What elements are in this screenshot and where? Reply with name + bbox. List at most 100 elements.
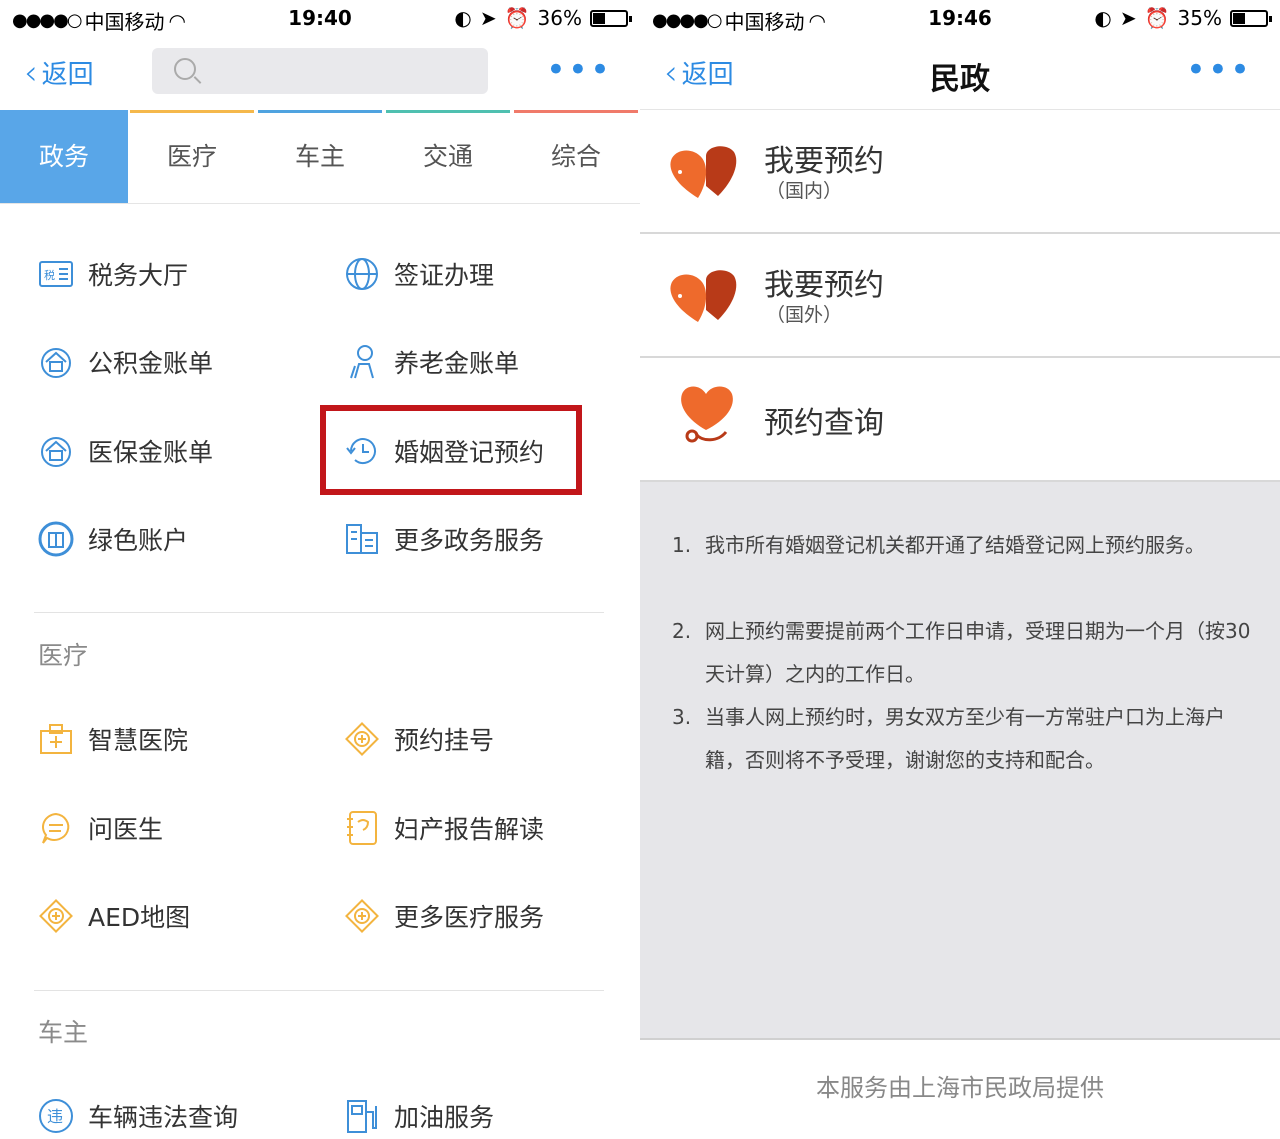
- divider: [34, 990, 604, 991]
- smart-hospital-item[interactable]: 智慧医院: [38, 721, 188, 757]
- notice-item: 2. 网上预约需要提前两个工作日申请，受理日期为一个月（按30天计算）之内的工作日…: [672, 610, 1252, 696]
- aed-map-item[interactable]: AED地图: [38, 898, 190, 934]
- more-medical-item[interactable]: 更多医疗服务: [344, 898, 544, 934]
- item-label: 预约挂号: [394, 726, 495, 755]
- back-button[interactable]: ‹ 返回: [24, 54, 94, 91]
- housing-fund-item[interactable]: 公积金账单: [38, 344, 213, 380]
- notice-item: 3. 当事人网上预约时，男女双方至少有一方常驻户口为上海户籍，否则将不予受理，谢谢…: [672, 696, 1252, 782]
- medical-cross-icon: [344, 898, 380, 934]
- right-screen: ●●●●○ 中国移动 ◠ 19:46 ◐ ➤ ⏰ 35% ‹ 返回 民政 ••• 我要…: [640, 0, 1280, 1139]
- notice-panel: 1. 我市所有婚姻登记机关都开通了结婚登记网上预约服务。 2. 网上预约需要提前两个…: [640, 482, 1280, 1040]
- globe-icon: [344, 256, 380, 292]
- tab-general[interactable]: 综合: [512, 110, 640, 203]
- category-tabs: 政务 医疗 车主 交通 综合: [0, 110, 640, 204]
- status-right: ◐ ➤ ⏰ 36%: [454, 6, 632, 30]
- divider: [34, 612, 604, 613]
- row-subtitle: （国外）: [766, 304, 843, 326]
- nav-bar: ‹ 返回 民政 •••: [640, 36, 1280, 110]
- ask-doctor-item[interactable]: 问医生: [38, 810, 163, 846]
- visa-item[interactable]: 签证办理: [344, 256, 494, 292]
- book-domestic-row[interactable]: 我要预约 （国内）: [640, 110, 1280, 234]
- item-label: 加油服务: [394, 1103, 495, 1132]
- obstetric-report-item[interactable]: 妇产报告解读: [344, 810, 544, 846]
- item-label: 绿色账户: [88, 526, 189, 555]
- double-heart-icon: [668, 142, 740, 206]
- battery-icon: [590, 9, 632, 27]
- green-account-item[interactable]: 绿色账户: [38, 521, 188, 557]
- tab-label: 车主: [294, 142, 345, 171]
- notice-number: 2.: [672, 619, 692, 643]
- query-booking-row[interactable]: 预约查询: [640, 358, 1280, 482]
- fuel-service-item[interactable]: 加油服务: [344, 1098, 494, 1134]
- book-overseas-row[interactable]: 我要预约 （国外）: [640, 234, 1280, 358]
- house-coin-icon: [38, 344, 74, 380]
- medical-insurance-item[interactable]: 医保金账单: [38, 433, 213, 469]
- tab-traffic[interactable]: 交通: [384, 110, 512, 203]
- row-title: 我要预约: [764, 268, 884, 303]
- house-coin-icon: [38, 433, 74, 469]
- item-label: 公积金账单: [88, 349, 214, 378]
- lock-rotation-icon: ◐: [1094, 6, 1112, 30]
- tab-label: 医疗: [166, 142, 217, 171]
- item-label: 妇产报告解读: [394, 815, 545, 844]
- item-label: 签证办理: [394, 261, 495, 290]
- more-gov-item[interactable]: 更多政务服务: [344, 521, 544, 557]
- alarm-icon: ⏰: [504, 6, 530, 30]
- row-title: 预约查询: [764, 406, 884, 441]
- tab-medical[interactable]: 医疗: [128, 110, 256, 203]
- svg-text:税: 税: [44, 268, 55, 282]
- tab-label: 政务: [38, 142, 89, 171]
- notice-text: 当事人网上预约时，男女双方至少有一方常驻户口为上海户籍，否则将不予受理，谢谢您的…: [705, 705, 1225, 772]
- battery-percent: 35%: [1177, 6, 1222, 30]
- notice-number: 3.: [672, 705, 692, 729]
- appointment-item[interactable]: 预约挂号: [344, 721, 494, 757]
- double-heart-icon: [668, 266, 740, 330]
- left-screen: ●●●●○ 中国移动 ◠ 19:40 ◐ ➤ ⏰ 36% ‹ 返回 ••• 政务 医疗…: [0, 0, 640, 1139]
- notice-number: 1.: [672, 533, 692, 557]
- pension-item[interactable]: 养老金账单: [344, 344, 519, 380]
- chevron-left-icon: ‹: [24, 52, 38, 93]
- notice-item: 1. 我市所有婚姻登记机关都开通了结婚登记网上预约服务。: [672, 524, 1252, 567]
- report-icon: [344, 810, 380, 846]
- notice-text: 网上预约需要提前两个工作日申请，受理日期为一个月（按30天计算）之内的工作日。: [705, 619, 1251, 686]
- medical-cross-icon: [38, 898, 74, 934]
- tax-icon: 税: [38, 256, 74, 292]
- location-icon: ➤: [1119, 6, 1137, 30]
- hospital-icon: [38, 721, 74, 757]
- item-label: 税务大厅: [88, 261, 189, 290]
- row-subtitle: （国内）: [766, 180, 843, 202]
- tab-label: 综合: [550, 142, 601, 171]
- svg-text:违: 违: [47, 1107, 63, 1126]
- chat-bubble-icon: [38, 810, 74, 846]
- item-label: 车辆违法查询: [88, 1103, 239, 1132]
- status-right: ◐ ➤ ⏰ 35%: [1094, 6, 1272, 30]
- item-label: 问医生: [88, 815, 164, 844]
- violation-icon: 违: [38, 1098, 74, 1134]
- more-button[interactable]: •••: [546, 50, 612, 90]
- fuel-pump-icon: [344, 1098, 380, 1134]
- status-bar: ●●●●○ 中国移动 ◠ 19:46 ◐ ➤ ⏰ 35%: [640, 0, 1280, 36]
- tab-label: 交通: [422, 142, 473, 171]
- medical-cross-icon: [344, 721, 380, 757]
- building-icon: [344, 521, 380, 557]
- heart-search-icon: [678, 382, 738, 452]
- search-icon: [174, 58, 196, 80]
- lock-rotation-icon: ◐: [454, 6, 472, 30]
- highlight-box: [320, 405, 582, 495]
- status-bar: ●●●●○ 中国移动 ◠ 19:40 ◐ ➤ ⏰ 36%: [0, 0, 640, 36]
- section-label-car: 车主: [38, 1018, 89, 1047]
- battery-icon: [1230, 9, 1272, 27]
- item-label: 养老金账单: [394, 349, 520, 378]
- vehicle-violation-item[interactable]: 违 车辆违法查询: [38, 1098, 238, 1134]
- more-button[interactable]: •••: [1186, 50, 1252, 90]
- green-account-icon: [38, 521, 74, 557]
- tab-car[interactable]: 车主: [256, 110, 384, 203]
- notice-text: 我市所有婚姻登记机关都开通了结婚登记网上预约服务。: [705, 533, 1205, 557]
- footer-provider: 本服务由上海市民政局提供: [816, 1074, 1104, 1102]
- item-label: 智慧医院: [88, 726, 189, 755]
- item-label: 更多医疗服务: [394, 903, 545, 932]
- tax-hall-item[interactable]: 税 税务大厅: [38, 256, 188, 292]
- tab-gov[interactable]: 政务: [0, 110, 128, 203]
- elder-icon: [344, 344, 380, 380]
- search-input[interactable]: [152, 48, 488, 94]
